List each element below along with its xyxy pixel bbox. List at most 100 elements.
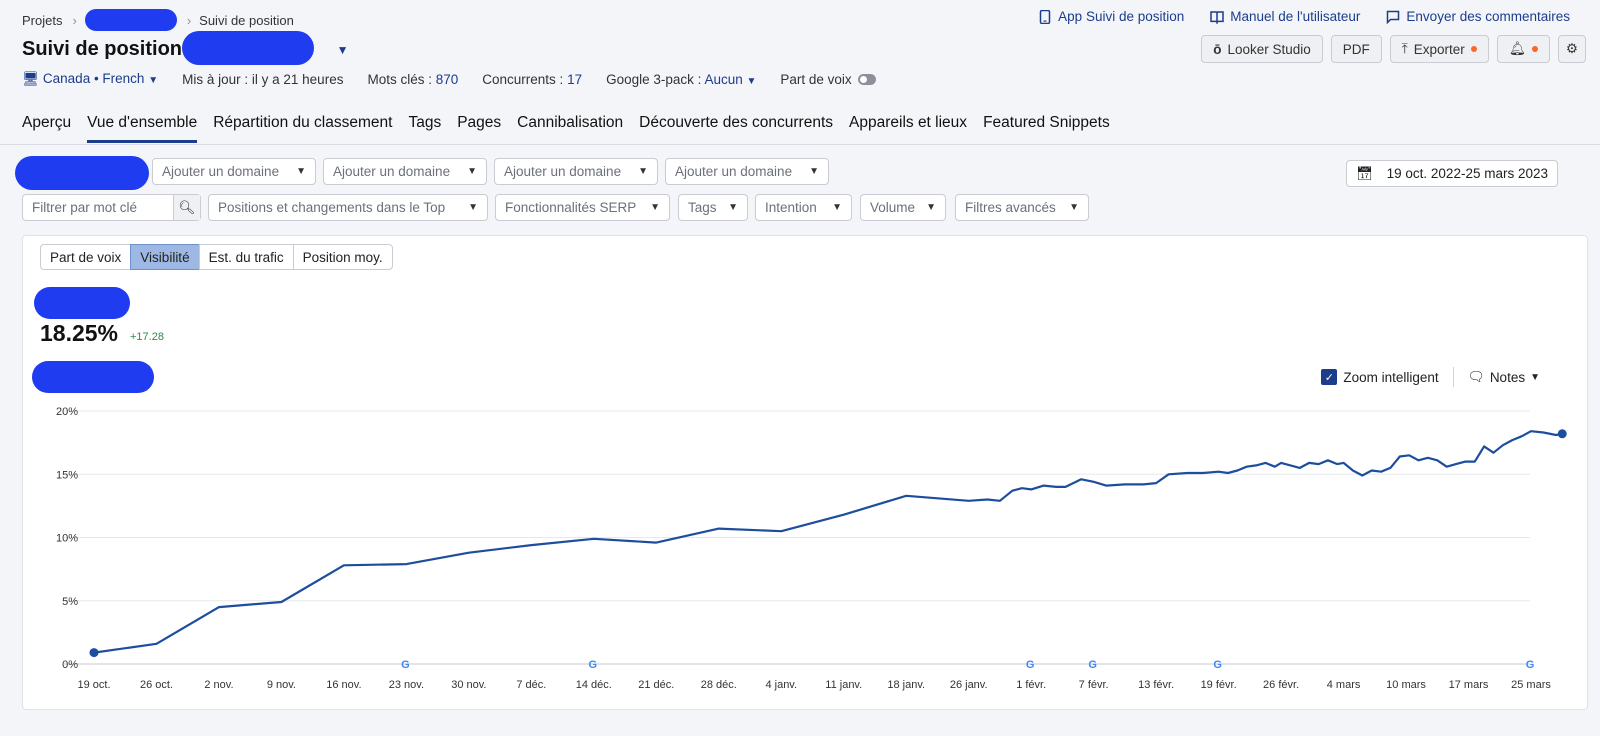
visibility-value: 18.25% bbox=[40, 320, 119, 346]
metric-tab-avg-position[interactable]: Position moy. bbox=[292, 244, 393, 270]
tab-repartition[interactable]: Répartition du classement bbox=[213, 114, 392, 143]
metric-tab-share-of-voice[interactable]: Part de voix bbox=[40, 244, 132, 270]
series-start-point bbox=[89, 648, 99, 658]
google-update-icon: G bbox=[589, 659, 598, 671]
competitors-label: Concurrents : bbox=[482, 71, 564, 87]
redacted-domain bbox=[182, 31, 314, 65]
keyword-filter-input[interactable]: Filtrer par mot clé bbox=[32, 200, 137, 215]
x-tick-label: 16 nov. bbox=[326, 679, 361, 691]
x-tick-label: 26 févr. bbox=[1263, 679, 1299, 691]
looker-studio-button[interactable]: ō Looker Studio bbox=[1201, 35, 1323, 63]
advanced-filter[interactable]: Filtres avancés ▼ bbox=[955, 194, 1089, 221]
action-bar: ō Looker Studio PDF ⤒ Exporter 🔔︎ ⚙ bbox=[1201, 35, 1586, 63]
notes-dropdown[interactable]: 🗨︎ Notes ▼ bbox=[1468, 369, 1540, 385]
manual-link[interactable]: Manuel de l'utilisateur bbox=[1210, 9, 1360, 24]
tab-tags[interactable]: Tags bbox=[408, 114, 441, 143]
export-button[interactable]: ⤒ Exporter bbox=[1389, 35, 1489, 63]
volume-label: Volume bbox=[870, 200, 916, 215]
keywords-count: Mots clés : 870 bbox=[367, 72, 458, 87]
main-tabs: Aperçu Vue d'ensemble Répartition du cla… bbox=[22, 114, 1110, 143]
chevron-down-icon: ▼ bbox=[809, 166, 819, 177]
competitors-count: Concurrents : 17 bbox=[482, 72, 582, 87]
add-domain-label: Ajouter un domaine bbox=[675, 164, 793, 179]
metric-selector: Part de voix Visibilité Est. du trafic P… bbox=[40, 244, 393, 270]
tab-cannibalisation[interactable]: Cannibalisation bbox=[517, 114, 623, 143]
breadcrumb-current: Suivi de position bbox=[199, 12, 294, 28]
x-tick-label: 30 nov. bbox=[451, 679, 486, 691]
tab-vue-ensemble[interactable]: Vue d'ensemble bbox=[87, 114, 198, 143]
visibility-delta: +17.28 bbox=[130, 331, 164, 343]
search-icon[interactable]: 🔍︎ bbox=[173, 195, 200, 220]
book-icon bbox=[1210, 10, 1225, 24]
location-selector[interactable]: 🖥︎ Canada • French ▼ bbox=[22, 71, 158, 87]
serp-label: Fonctionnalités SERP bbox=[505, 200, 637, 215]
chevron-down-icon: ▼ bbox=[1069, 202, 1079, 213]
page-title-text: Suivi de position: bbox=[22, 38, 189, 60]
x-tick-label: 26 oct. bbox=[140, 679, 173, 691]
x-tick-label: 7 déc. bbox=[516, 679, 546, 691]
add-domain-3[interactable]: Ajouter un domaine ▼ bbox=[494, 158, 658, 185]
x-tick-label: 4 mars bbox=[1327, 679, 1361, 691]
date-range-button[interactable]: 📅︎ 19 oct. 2022-25 mars 2023 bbox=[1346, 160, 1558, 187]
chevron-right-icon: › bbox=[72, 12, 77, 28]
competitors-link[interactable]: 17 bbox=[567, 72, 582, 87]
metric-tab-visibility[interactable]: Visibilité bbox=[130, 244, 200, 270]
x-tick-label: 14 déc. bbox=[576, 679, 612, 691]
tab-apercu[interactable]: Aperçu bbox=[22, 114, 71, 143]
smart-zoom-label: Zoom intelligent bbox=[1343, 369, 1439, 385]
add-domain-label: Ajouter un domaine bbox=[504, 164, 622, 179]
google-update-icon: G bbox=[1026, 659, 1035, 671]
y-tick-label: 5% bbox=[62, 596, 78, 608]
notes-label: Notes bbox=[1489, 369, 1526, 385]
x-tick-label: 10 mars bbox=[1386, 679, 1426, 691]
visibility-series-line bbox=[93, 430, 1563, 654]
x-tick-label: 13 févr. bbox=[1138, 679, 1174, 691]
intent-label: Intention bbox=[765, 200, 817, 215]
pack-selector[interactable]: Aucun ▼ bbox=[704, 72, 756, 87]
add-domain-1[interactable]: Ajouter un domaine ▼ bbox=[152, 158, 316, 185]
metric-tab-traffic[interactable]: Est. du trafic bbox=[198, 244, 294, 270]
positions-filter[interactable]: Positions et changements dans le Top ▼ bbox=[208, 194, 488, 221]
tab-decouverte[interactable]: Découverte des concurrents bbox=[639, 114, 833, 143]
app-link[interactable]: App Suivi de position bbox=[1038, 9, 1184, 24]
intent-filter[interactable]: Intention ▼ bbox=[755, 194, 852, 221]
redacted-own-domain bbox=[15, 156, 149, 190]
series-end-point bbox=[1557, 429, 1567, 439]
keywords-label: Mots clés : bbox=[367, 71, 432, 87]
smart-zoom-checkbox[interactable]: ✓ Zoom intelligent bbox=[1321, 369, 1439, 385]
tags-filter[interactable]: Tags ▼ bbox=[678, 194, 748, 221]
visibility-line-chart: 0% 5% 10% 15% 20% 19 oct. 26 oct. 2 nov. 9 nov. 1… bbox=[56, 406, 1567, 691]
volume-filter[interactable]: Volume ▼ bbox=[860, 194, 946, 221]
pdf-button[interactable]: PDF bbox=[1330, 35, 1382, 63]
y-tick-label: 20% bbox=[56, 406, 78, 418]
add-domain-4[interactable]: Ajouter un domaine ▼ bbox=[665, 158, 829, 185]
keyword-filter: Filtrer par mot clé 🔍︎ bbox=[22, 194, 201, 221]
chevron-down-icon: ▼ bbox=[1530, 371, 1540, 383]
share-of-voice-toggle[interactable]: Part de voix bbox=[780, 72, 876, 87]
top-links: App Suivi de position Manuel de l'utilis… bbox=[1038, 9, 1570, 24]
settings-button[interactable]: ⚙ bbox=[1557, 35, 1586, 63]
export-label: Exporter bbox=[1413, 41, 1465, 57]
x-tick-label: 23 nov. bbox=[389, 679, 424, 691]
calendar-icon: 📅︎ bbox=[1356, 165, 1374, 181]
looker-label: Looker Studio bbox=[1227, 41, 1311, 57]
tab-appareils[interactable]: Appareils et lieux bbox=[849, 114, 967, 143]
notifications-button[interactable]: 🔔︎ bbox=[1496, 35, 1550, 63]
redacted-domain-label bbox=[34, 287, 130, 319]
x-tick-label: 18 janv. bbox=[887, 679, 925, 691]
serp-filter[interactable]: Fonctionnalités SERP ▼ bbox=[495, 194, 670, 221]
keywords-link[interactable]: 870 bbox=[436, 72, 459, 87]
toggle-switch[interactable] bbox=[857, 74, 876, 86]
feedback-link[interactable]: Envoyer des commentaires bbox=[1386, 9, 1570, 24]
tab-featured-snippets[interactable]: Featured Snippets bbox=[983, 114, 1110, 143]
check-icon: ✓ bbox=[1321, 369, 1338, 385]
x-tick-label: 11 janv. bbox=[825, 679, 862, 691]
breadcrumb-root[interactable]: Projets bbox=[22, 13, 62, 28]
pdf-label: PDF bbox=[1342, 41, 1370, 57]
bell-icon: 🔔︎ bbox=[1508, 41, 1526, 56]
tab-pages[interactable]: Pages bbox=[457, 114, 501, 143]
chevron-down-icon[interactable]: ▼ bbox=[337, 43, 349, 57]
add-domain-2[interactable]: Ajouter un domaine ▼ bbox=[323, 158, 487, 185]
divider bbox=[1452, 367, 1454, 387]
x-tick-label: 7 févr. bbox=[1079, 679, 1109, 691]
